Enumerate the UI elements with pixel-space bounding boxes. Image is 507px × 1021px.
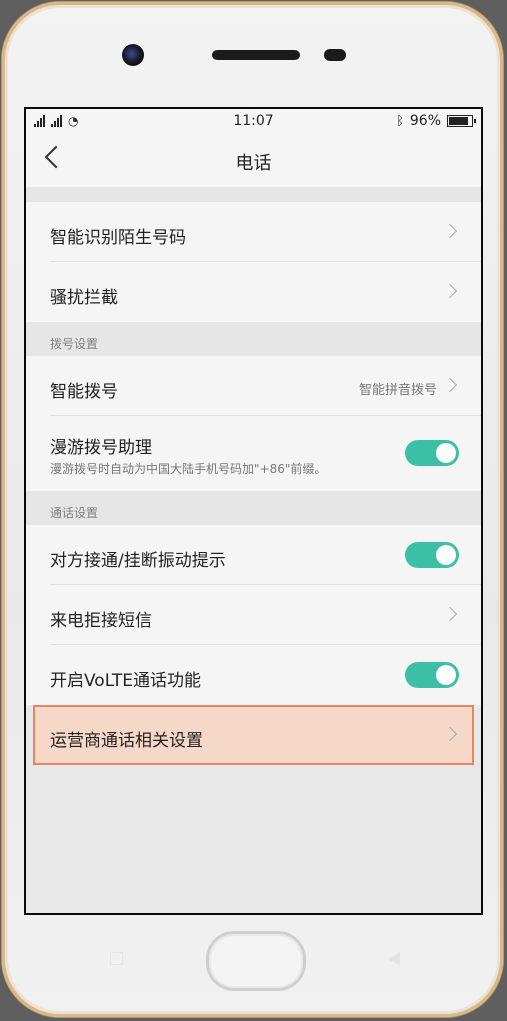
screen: ◔ 11:07 ᛒ 96% 电话 智能识别陌生号码 骚扰拦截 拨号设置 智能拨号… xyxy=(24,107,483,915)
chevron-right-icon xyxy=(442,283,458,299)
chevron-right-icon xyxy=(442,726,458,742)
vibration-toggle[interactable] xyxy=(405,542,459,568)
front-camera xyxy=(122,44,144,66)
title-bar: 电话 xyxy=(26,135,481,188)
row-label: 漫游拨号助理 xyxy=(50,438,152,458)
section-header-call: 通话设置 xyxy=(26,491,481,525)
section-title: 通话设置 xyxy=(50,506,99,520)
row-label: 运营商通话相关设置 xyxy=(50,731,203,751)
roaming-dial-assistant: 漫游拨号助理 漫游拨号时自动为中国大陆手机号码加"+86"前缀。 xyxy=(26,416,481,491)
reject-call-sms[interactable]: 来电拒接短信 xyxy=(26,585,481,645)
chevron-right-icon xyxy=(442,223,458,239)
carrier-call-settings[interactable]: 运营商通话相关设置 xyxy=(33,705,474,765)
bluetooth-icon: ᛒ xyxy=(396,113,404,129)
page-title: 电话 xyxy=(235,153,272,174)
connect-hangup-vibration: 对方接通/挂断振动提示 xyxy=(26,525,481,585)
smart-dial[interactable]: 智能拨号 智能拼音拨号 xyxy=(26,356,481,416)
status-bar: ◔ 11:07 ᛒ 96% xyxy=(26,109,481,135)
row-value: 智能拼音拨号 xyxy=(358,383,437,398)
proximity-sensor xyxy=(324,49,346,61)
section-title: 拨号设置 xyxy=(50,337,99,351)
roaming-assistant-toggle[interactable] xyxy=(405,440,459,466)
phone-frame: ◔ 11:07 ᛒ 96% 电话 智能识别陌生号码 骚扰拦截 拨号设置 智能拨号… xyxy=(2,2,503,1017)
enable-volte: 开启VoLTE通话功能 xyxy=(26,645,481,705)
row-label: 智能识别陌生号码 xyxy=(50,228,186,248)
row-label: 智能拨号 xyxy=(50,382,118,402)
menu-key-icon[interactable] xyxy=(110,952,123,965)
row-label: 骚扰拦截 xyxy=(50,288,118,308)
row-label: 来电拒接短信 xyxy=(50,611,152,631)
harassment-block[interactable]: 骚扰拦截 xyxy=(26,262,481,322)
chevron-right-icon xyxy=(442,606,458,622)
row-label: 开启VoLTE通话功能 xyxy=(50,671,201,691)
battery-percent: 96% xyxy=(409,113,441,129)
section-header-dial: 拨号设置 xyxy=(26,322,481,356)
back-key-icon[interactable] xyxy=(388,952,400,966)
section-gap xyxy=(26,188,481,202)
status-right: ᛒ 96% xyxy=(396,113,476,129)
row-label: 对方接通/挂断振动提示 xyxy=(50,551,226,571)
volte-toggle[interactable] xyxy=(405,662,459,688)
hardware-keys xyxy=(2,927,503,991)
row-description: 漫游拨号时自动为中国大陆手机号码加"+86"前缀。 xyxy=(50,462,327,476)
smart-identify-stranger-numbers[interactable]: 智能识别陌生号码 xyxy=(26,202,481,262)
earpiece-speaker xyxy=(212,50,300,60)
chevron-right-icon xyxy=(442,377,458,393)
home-button[interactable] xyxy=(206,931,306,991)
battery-icon xyxy=(447,115,476,127)
